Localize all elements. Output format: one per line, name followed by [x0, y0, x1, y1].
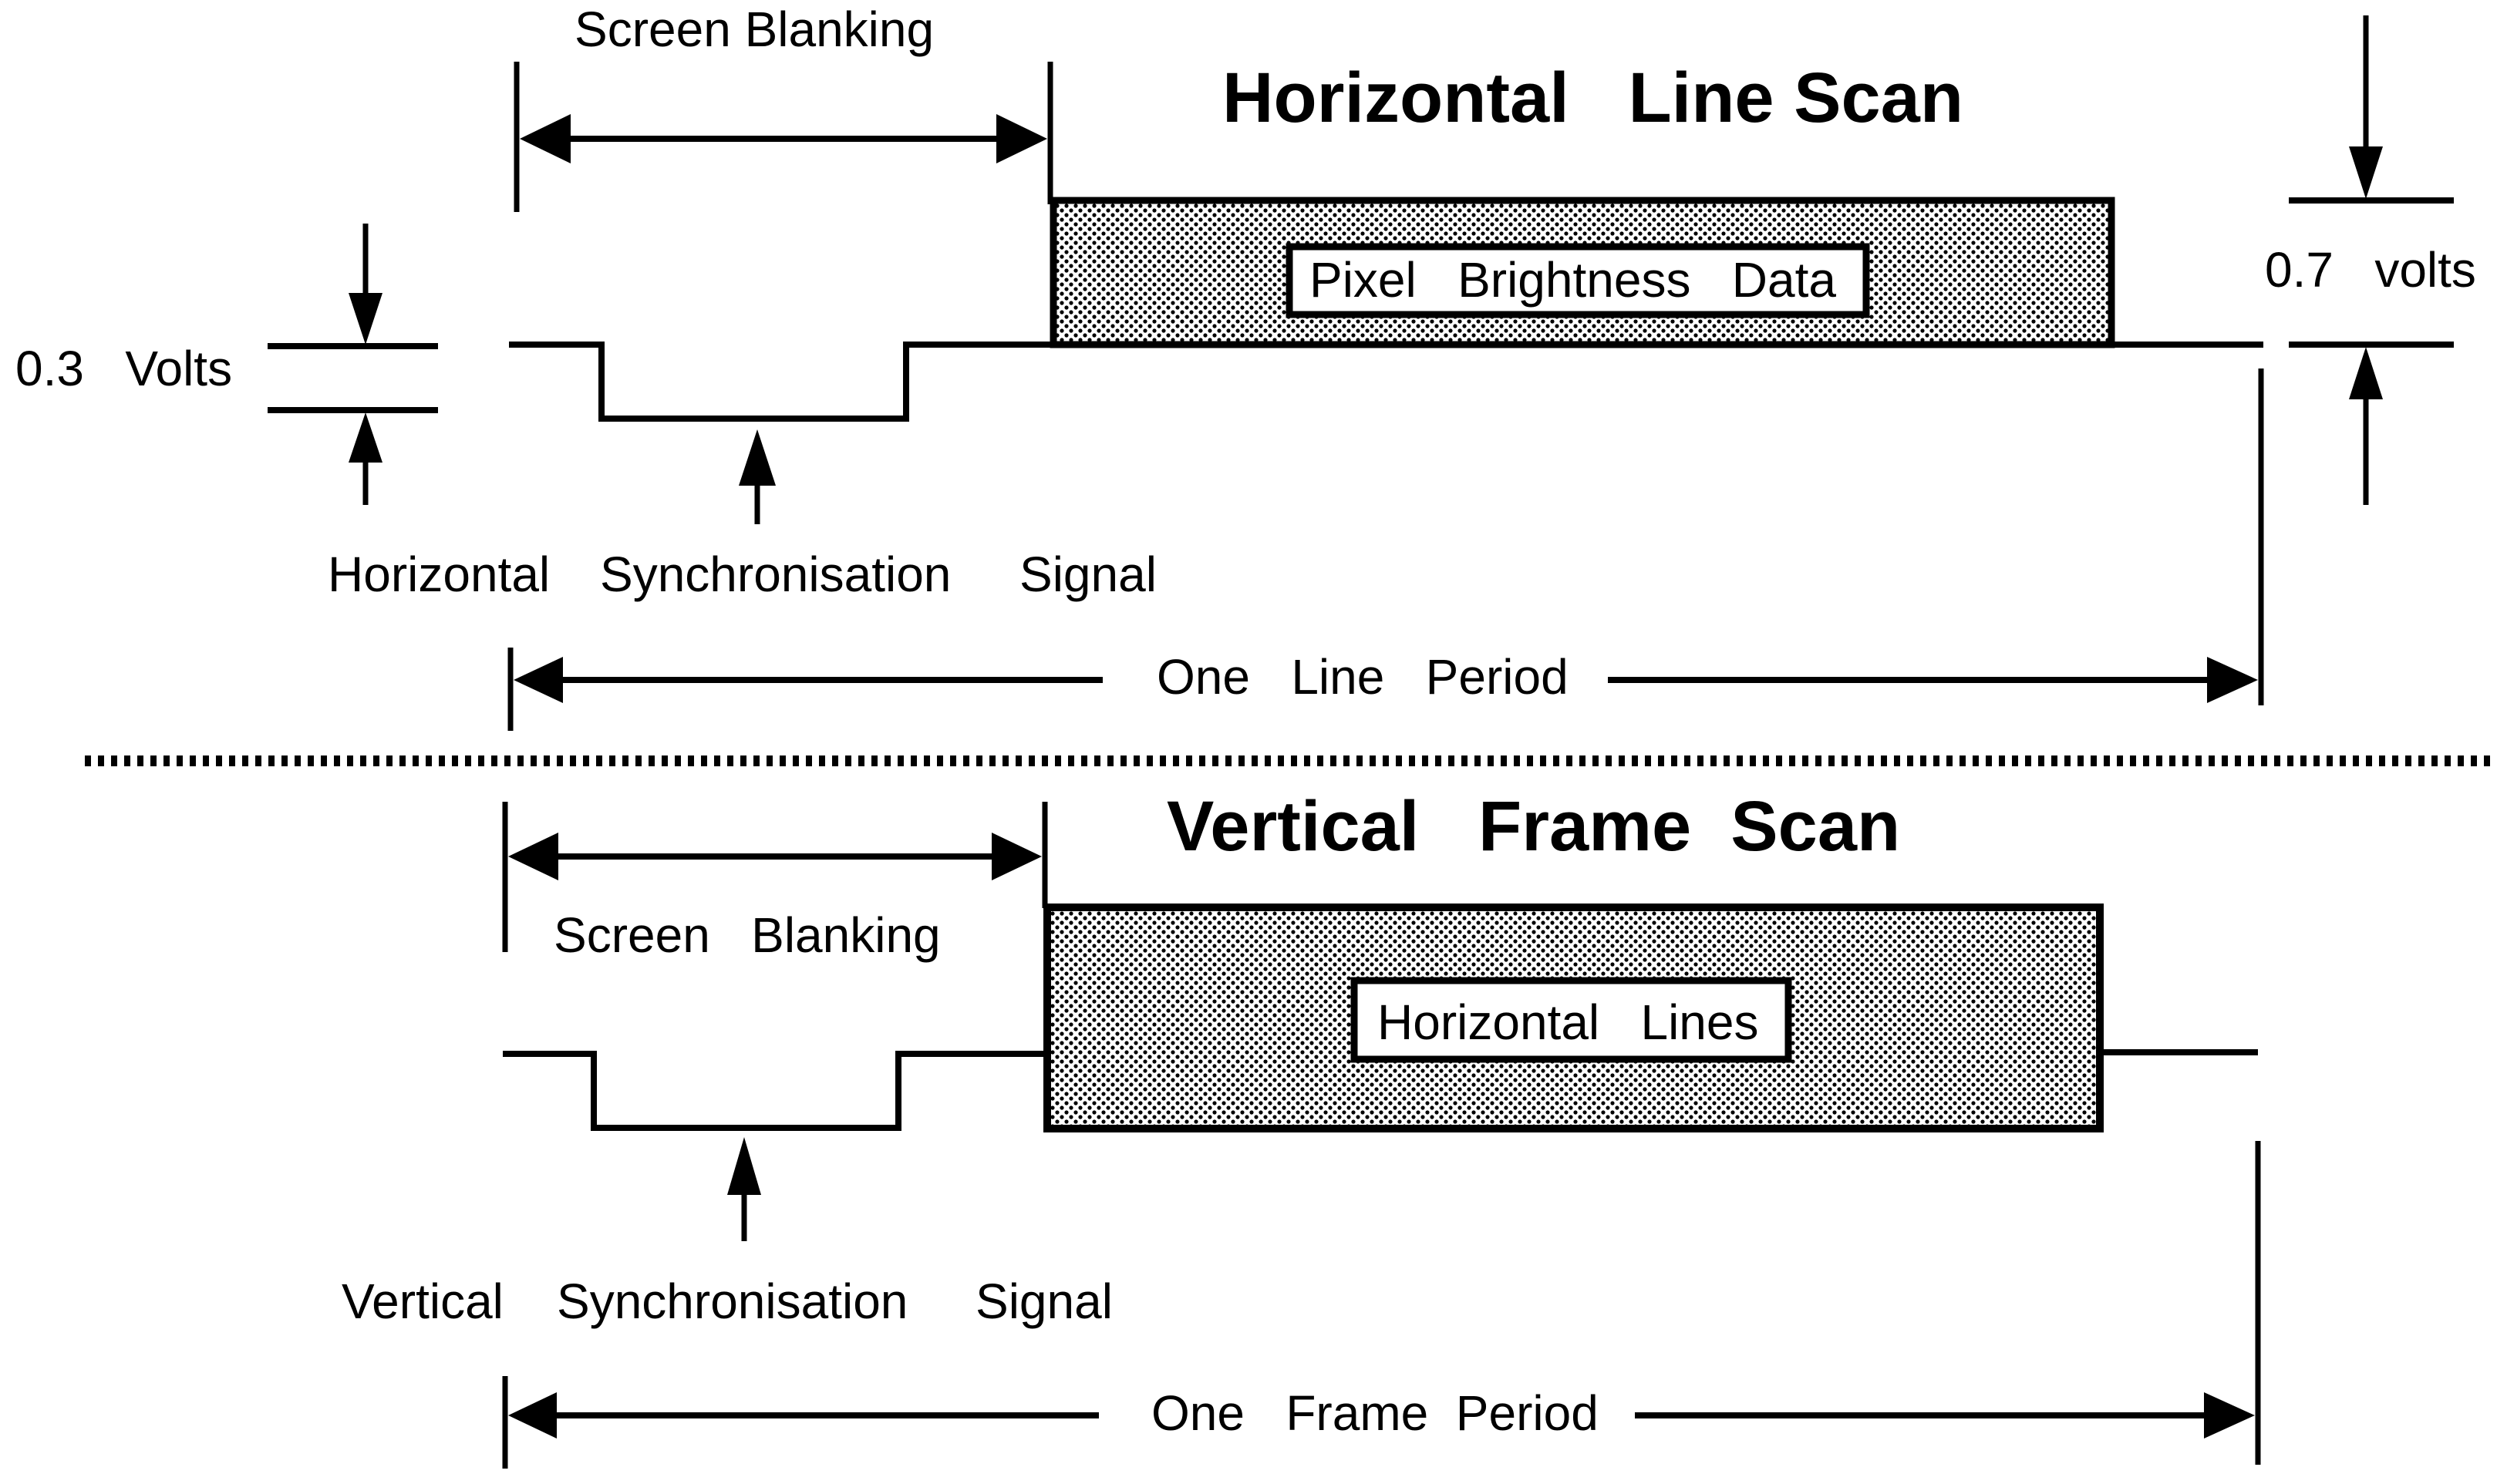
h-period-label: One Line Period — [1157, 649, 1569, 705]
arrow-down-icon — [349, 293, 382, 345]
vertical-frame-scan-section: Vertical Frame Scan Screen Blanking Hori… — [342, 787, 2261, 1469]
arrow-up-icon — [349, 412, 382, 463]
h-section-title: Horizontal Line Scan — [1222, 59, 1963, 137]
v-screen-blanking-label: Screen Blanking — [554, 907, 941, 963]
horizontal-line-scan-section: Screen Blanking Horizontal Line Scan Pix… — [15, 2, 2476, 731]
v-period-label: One Frame Period — [1151, 1385, 1599, 1441]
arrow-right-icon — [2207, 657, 2258, 703]
v-section-title: Vertical Frame Scan — [1167, 787, 1900, 866]
v-data-box-label: Horizontal Lines — [1377, 994, 1758, 1050]
arrow-right-icon — [992, 833, 1042, 880]
v-sync-label-2: Synchronisation — [557, 1274, 908, 1329]
arrow-right-icon — [2204, 1392, 2255, 1439]
arrow-up-icon — [727, 1137, 761, 1195]
arrow-left-icon — [508, 1392, 557, 1439]
h-sync-label-2: Synchronisation — [600, 547, 951, 602]
arrow-left-icon — [520, 114, 571, 163]
h-sync-waveform — [509, 342, 1050, 422]
v-sync-waveform — [503, 1051, 1045, 1131]
v-sync-label-1: Vertical — [342, 1274, 504, 1329]
h-sync-amplitude-label: 0.3 Volts — [15, 341, 232, 396]
h-sync-label-1: Horizontal — [328, 547, 550, 602]
arrow-left-icon — [508, 833, 558, 880]
arrow-up-icon — [739, 429, 776, 486]
video-signal-timing-diagram: Screen Blanking Horizontal Line Scan Pix… — [15, 2, 2492, 1469]
h-data-amplitude-label: 0.7 volts — [2265, 242, 2476, 298]
arrow-up-icon — [2349, 347, 2383, 399]
v-sync-label-3: Signal — [976, 1274, 1113, 1329]
arrow-left-icon — [514, 657, 563, 703]
h-screen-blanking-label: Screen Blanking — [575, 2, 934, 57]
arrow-down-icon — [2349, 146, 2383, 199]
h-sync-label-3: Signal — [1019, 547, 1157, 602]
arrow-right-icon — [996, 114, 1047, 163]
h-data-box-label: Pixel Brightness Data — [1309, 252, 1836, 308]
